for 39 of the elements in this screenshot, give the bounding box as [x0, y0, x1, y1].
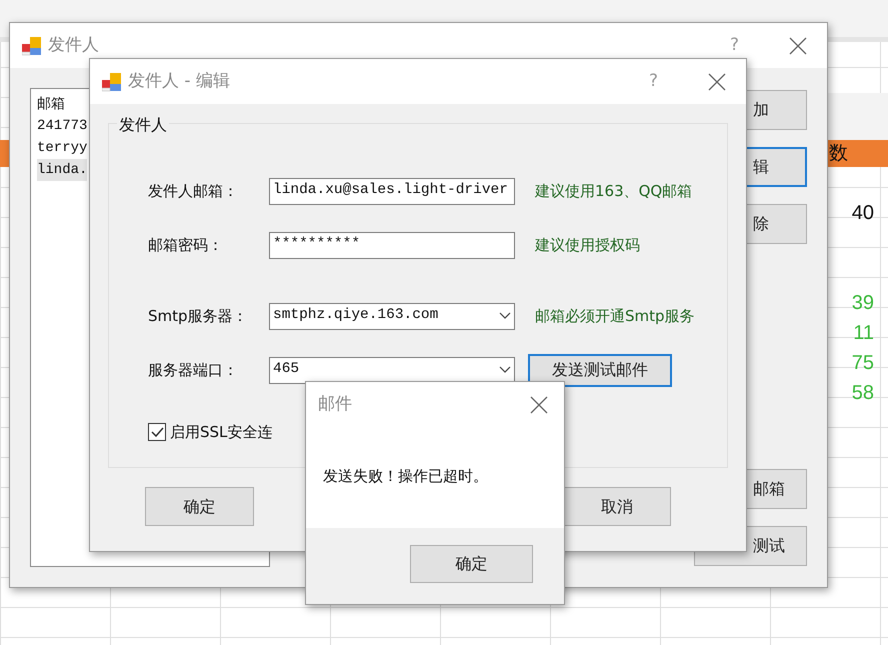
table-cell-text: 40	[850, 201, 875, 226]
dropdown-caret-icon[interactable]	[499, 366, 511, 374]
table-cell-text: 39	[850, 291, 875, 316]
password-field[interactable]: **********	[269, 232, 515, 258]
list-item[interactable]: linda.	[37, 159, 88, 181]
ok-button[interactable]: 确定	[410, 545, 533, 583]
table-cell-text: 58	[850, 381, 875, 406]
list-item[interactable]: terryy	[37, 137, 88, 159]
list-item[interactable]: 邮箱	[37, 93, 65, 115]
field-label: Smtp服务器：	[148, 306, 249, 327]
window-title: 发件人 - 编辑	[128, 70, 230, 93]
close-icon[interactable]	[789, 36, 807, 54]
dropdown-caret-icon[interactable]	[499, 312, 511, 320]
window-title: 发件人	[48, 34, 99, 57]
list-item[interactable]: 241773	[37, 115, 88, 137]
dropdown-field[interactable]: smtphz.qiye.163.com	[269, 302, 515, 330]
close-icon[interactable]	[708, 72, 726, 90]
message-text: 发送失败！操作已超时。	[323, 467, 488, 485]
field-label: 邮箱密码：	[148, 234, 224, 256]
send-test-button[interactable]: 发送测试邮件	[528, 354, 672, 386]
app-icon	[102, 72, 122, 92]
checkbox[interactable]	[148, 423, 166, 442]
cancel-button[interactable]: 取消	[563, 487, 671, 526]
table-cell-text: 11	[852, 321, 875, 346]
hint-text: 建议使用163、QQ邮箱	[535, 180, 692, 202]
ok-button[interactable]: 确定	[145, 487, 254, 526]
field-label: 服务器端口：	[148, 360, 239, 381]
checkbox-label: 启用SSL安全连	[170, 422, 272, 443]
checkmark-icon	[150, 426, 164, 438]
field-label: 发件人邮箱：	[148, 180, 239, 202]
header-cell-text: 数	[829, 141, 848, 166]
table-cell-text: 75	[850, 351, 875, 376]
email-field[interactable]: linda.xu@sales.light-driver	[269, 178, 515, 204]
window-title: 邮件	[318, 392, 352, 416]
close-icon[interactable]	[530, 396, 548, 414]
hint-text: 邮箱必须开通Smtp服务	[535, 306, 695, 327]
dropdown-field[interactable]: 465	[269, 356, 515, 384]
hint-text: 建议使用授权码	[535, 234, 640, 256]
app-icon	[22, 36, 42, 56]
